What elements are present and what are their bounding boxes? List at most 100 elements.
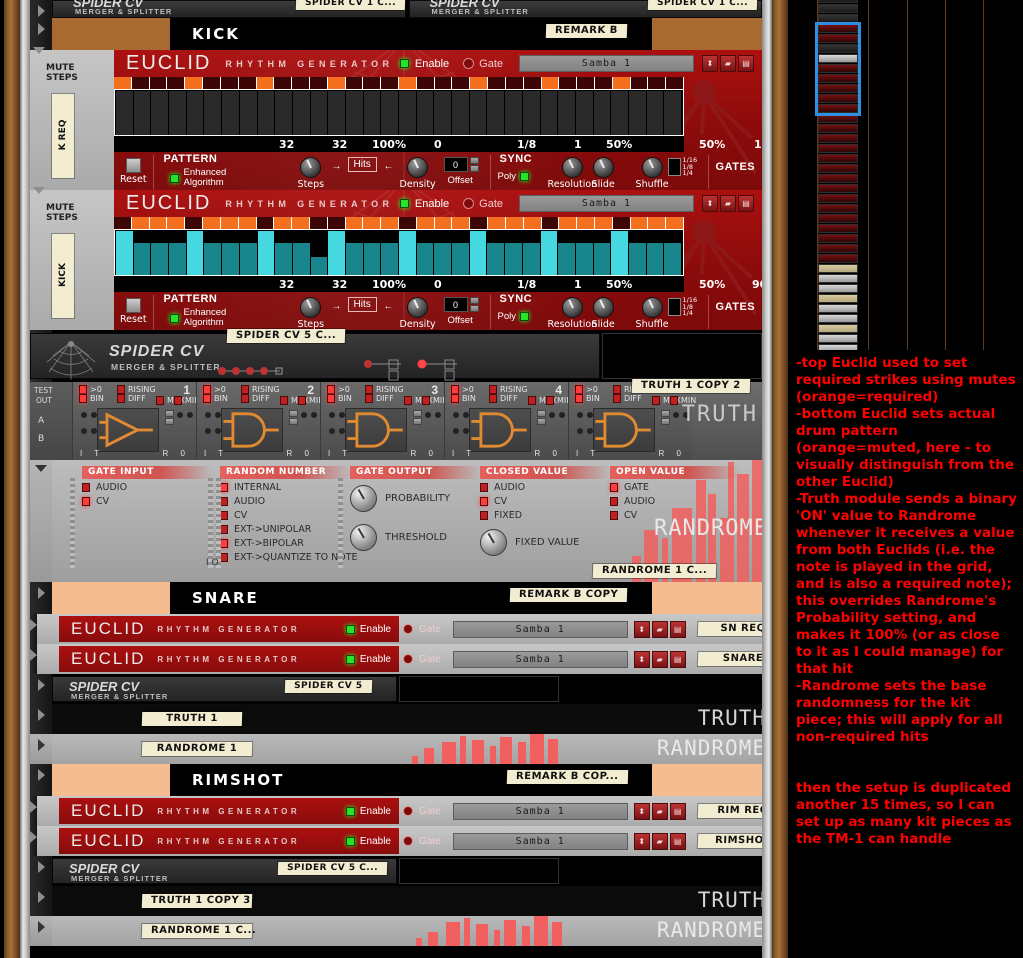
patch-updown-arrows-icon[interactable]: ⬍ bbox=[702, 55, 718, 72]
randrome-option-cv[interactable]: CV bbox=[610, 510, 740, 521]
step-bar-14[interactable] bbox=[345, 91, 363, 135]
mute-step-3[interactable] bbox=[149, 77, 168, 89]
mute-step-24[interactable] bbox=[523, 77, 542, 89]
mute-step-5[interactable] bbox=[185, 217, 204, 229]
euclid-enable-rimshot-req[interactable]: Enable bbox=[345, 806, 391, 817]
step-bar-10[interactable] bbox=[275, 91, 292, 135]
fold-toggle-top[interactable] bbox=[30, 0, 52, 18]
step-bar-18[interactable] bbox=[416, 91, 434, 135]
mute-step-27[interactable] bbox=[577, 77, 595, 89]
step-bar-19[interactable] bbox=[434, 243, 452, 275]
truth-opt-gt0[interactable]: >0 bbox=[575, 385, 600, 394]
navigator-unit-26[interactable] bbox=[818, 244, 858, 253]
step-bar-21[interactable] bbox=[469, 91, 487, 135]
fold-toggle-spider-snare[interactable] bbox=[30, 674, 52, 704]
mute-step-26[interactable] bbox=[559, 217, 578, 229]
patch-updown-arrows-icon[interactable]: ⬍ bbox=[633, 832, 650, 850]
randrome-option-internal[interactable]: INTERNAL bbox=[220, 482, 358, 493]
patch-updown-arrows-icon[interactable]: ⬍ bbox=[633, 650, 650, 668]
navigator-unit-14[interactable] bbox=[818, 124, 858, 133]
step-bar-32[interactable] bbox=[664, 243, 681, 275]
randrome-option-ext-unipolar[interactable]: EXT->UNIPOLAR bbox=[220, 524, 358, 535]
fold-toggle-euclid-snare-req[interactable] bbox=[30, 614, 37, 644]
patch-folder-icon[interactable]: ▰ bbox=[720, 55, 736, 72]
mute-step-5[interactable] bbox=[185, 77, 204, 89]
truth-logic-cell-3[interactable]: 3>0BINRISINGDIFFMAXMINI TR 0 bbox=[320, 382, 448, 460]
spider-tape-top-left[interactable]: SPIDER CV 1 C... bbox=[295, 0, 406, 10]
gate-knob-icon[interactable] bbox=[403, 806, 413, 816]
randrome-socket-column-2[interactable] bbox=[208, 478, 213, 568]
step-bar-4[interactable] bbox=[169, 91, 186, 135]
fold-toggle-euclid-rimshot-req[interactable] bbox=[30, 796, 37, 826]
mute-step-29[interactable] bbox=[612, 217, 631, 229]
truth-folded-snare[interactable]: TRUTH 1 TRUTH bbox=[30, 704, 762, 734]
patch-folder-icon[interactable]: ▰ bbox=[651, 650, 668, 668]
hits-box-kick-req[interactable]: Hits bbox=[347, 157, 377, 172]
step-bar-16[interactable] bbox=[381, 91, 398, 135]
navigator-unit-1[interactable] bbox=[818, 0, 858, 3]
mute-step-22[interactable] bbox=[488, 77, 506, 89]
step-bar-1[interactable] bbox=[116, 231, 133, 275]
fold-toggle-spider-rimshot[interactable] bbox=[30, 856, 52, 886]
truth-opt-rising[interactable]: RISING bbox=[117, 385, 156, 394]
randrome-tape-snare[interactable]: RANDROME 1 bbox=[141, 742, 253, 756]
truth-opt-diff[interactable]: DIFF bbox=[489, 394, 528, 403]
mute-step-1[interactable] bbox=[114, 217, 132, 229]
patch-folder-icon[interactable]: ▰ bbox=[651, 620, 668, 638]
mute-step-12[interactable] bbox=[309, 77, 328, 89]
step-bar-29[interactable] bbox=[611, 91, 628, 135]
device-tape-snare-req[interactable]: SN REQ bbox=[697, 622, 762, 636]
mute-step-29[interactable] bbox=[612, 77, 631, 89]
truth-opt-bin[interactable]: BIN bbox=[203, 394, 228, 403]
randrome-socket-column-3[interactable] bbox=[338, 478, 343, 568]
fold-toggle-kick[interactable] bbox=[30, 18, 52, 50]
randrome-option-audio[interactable]: AUDIO bbox=[220, 496, 358, 507]
mute-steps-row-kick-req[interactable] bbox=[114, 77, 684, 90]
step-bar-18[interactable] bbox=[416, 243, 434, 275]
fold-toggle-randrome-rimshot[interactable] bbox=[30, 916, 52, 946]
mute-step-6[interactable] bbox=[203, 77, 221, 89]
step-bar-31[interactable] bbox=[646, 91, 664, 135]
mute-step-19[interactable] bbox=[434, 217, 453, 229]
step-bar-16[interactable] bbox=[381, 243, 398, 275]
patch-save-disk-icon[interactable]: ▤ bbox=[669, 650, 686, 668]
fold-toggle-truth-snare[interactable] bbox=[30, 704, 52, 734]
navigator-unit-17[interactable] bbox=[818, 154, 858, 163]
randrome-tape-kick[interactable]: RANDROME 1 C... bbox=[592, 564, 717, 578]
shuffle-knob-kick[interactable]: Shuffle bbox=[636, 297, 669, 330]
step-bar-30[interactable] bbox=[628, 91, 646, 135]
navigator-unit-36[interactable] bbox=[818, 344, 858, 350]
group-header-kick[interactable]: KICK REMARK B bbox=[30, 18, 762, 50]
euclid-gate-knob-kick-req[interactable]: Gate bbox=[463, 58, 503, 70]
euclid-gate-knob-kick[interactable]: Gate bbox=[463, 198, 503, 210]
truth-opt-bin[interactable]: BIN bbox=[327, 394, 352, 403]
spider-cv-folded-rimshot[interactable]: SPIDER CV MERGER & SPLITTER SPIDER CV 5 … bbox=[30, 856, 762, 886]
patch-folder-icon[interactable]: ▰ bbox=[720, 195, 736, 212]
navigator-unit-15[interactable] bbox=[818, 134, 858, 143]
euclid-steps-kick[interactable]: 32 32 100% 0 1/8 1 50% 50% 90% C1 bbox=[114, 217, 762, 292]
step-bar-27[interactable] bbox=[575, 91, 593, 135]
step-bar-12[interactable] bbox=[310, 91, 328, 135]
euclid-enable-snare[interactable]: Enable bbox=[345, 654, 391, 665]
step-bar-25[interactable] bbox=[540, 231, 558, 275]
step-bar-5[interactable] bbox=[186, 231, 204, 275]
navigator-unit-18[interactable] bbox=[818, 164, 858, 173]
mute-step-21[interactable] bbox=[470, 217, 489, 229]
euclid-folded-snare-req[interactable]: EUCLID RHYTHM GENERATOR Enable Gate Samb… bbox=[30, 614, 762, 644]
mute-step-16[interactable] bbox=[381, 77, 399, 89]
fold-toggle-euclid-snare[interactable] bbox=[30, 644, 37, 674]
poly-toggle-kick-req[interactable]: Poly bbox=[498, 171, 530, 182]
navigator-unit-20[interactable] bbox=[818, 184, 858, 193]
navigator-unit-16[interactable] bbox=[818, 144, 858, 153]
fold-toggle-rimshot[interactable] bbox=[30, 764, 52, 796]
group-header-rimshot[interactable]: RIMSHOT REMARK B COP... bbox=[30, 764, 762, 796]
step-bar-9[interactable] bbox=[257, 231, 275, 275]
randrome-option-cv[interactable]: CV bbox=[480, 496, 610, 507]
patch-name-display-snare-req[interactable]: Samba 1 bbox=[452, 620, 628, 638]
randrome-option-cv[interactable]: CV bbox=[220, 510, 358, 521]
group-tape-rimshot[interactable]: REMARK B COP... bbox=[506, 770, 628, 784]
truth-logic-cell-1[interactable]: 1>0BINRISINGDIFFMAXMINI TR 0 bbox=[72, 382, 200, 460]
mute-step-4[interactable] bbox=[167, 217, 186, 229]
step-bars-kick-req[interactable] bbox=[114, 90, 684, 136]
step-bar-28[interactable] bbox=[593, 91, 611, 135]
